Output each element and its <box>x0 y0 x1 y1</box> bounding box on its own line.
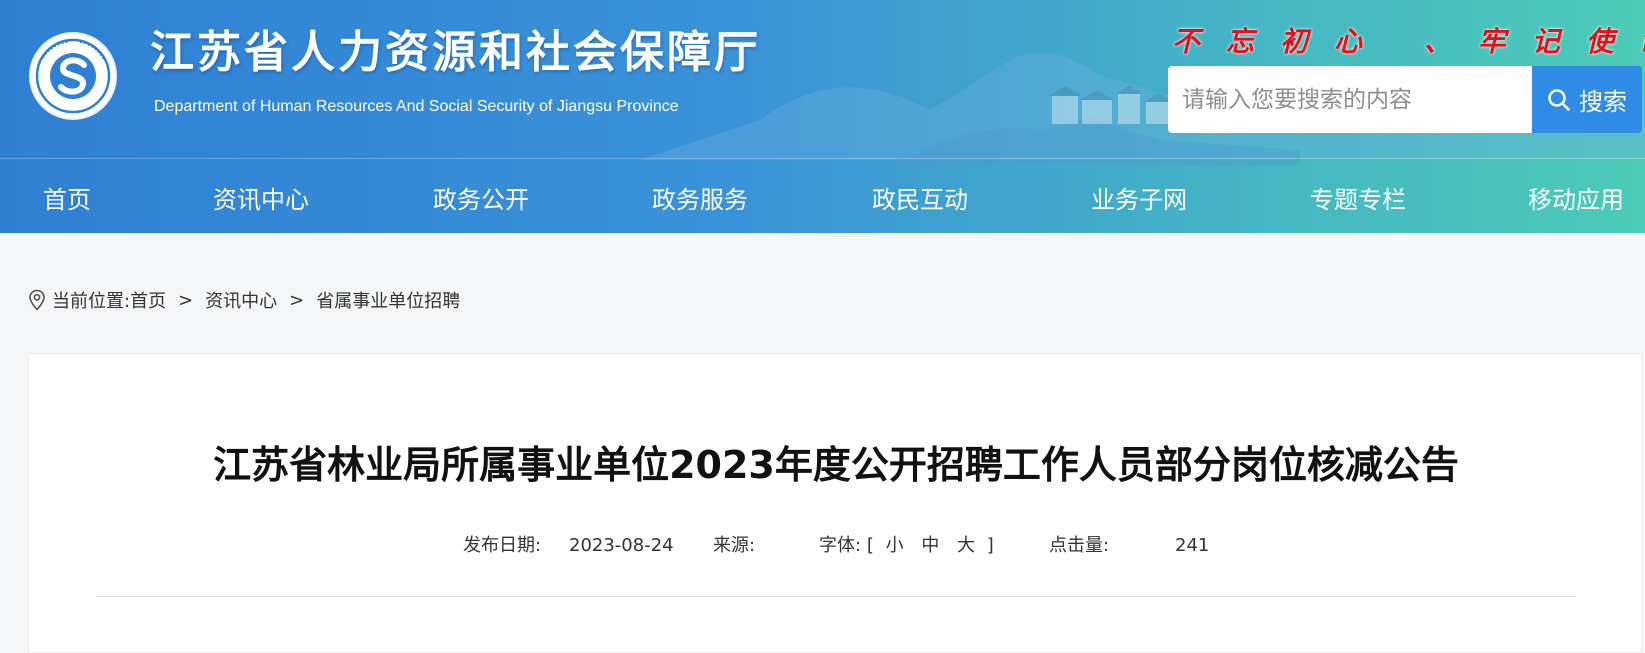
font-size-large-option[interactable]: 大 <box>951 535 981 556</box>
site-subtitle: Department of Human Resources And Social… <box>154 98 679 115</box>
source-label: 来源: <box>713 535 756 556</box>
font-size-label: 字体: <box>819 535 862 556</box>
nav-item-gov-info[interactable]: 政务公开 <box>433 170 529 230</box>
nav-divider <box>0 158 1645 159</box>
search-button[interactable]: 搜索 <box>1532 66 1642 133</box>
breadcrumb-link-recruitment[interactable]: 省属事业单位招聘 <box>316 287 460 313</box>
meta-divider <box>96 596 1576 597</box>
article-title: 江苏省林业局所属事业单位2023年度公开招聘工作人员部分岗位核减公告 <box>213 443 1459 487</box>
breadcrumb-separator: > <box>289 289 305 311</box>
search-button-label: 搜索 <box>1579 88 1627 116</box>
nav-item-gov-services[interactable]: 政务服务 <box>652 170 748 230</box>
views-count: 241 <box>1175 535 1210 556</box>
publish-date-label: 发布日期: <box>463 535 542 556</box>
nav-item-mobile-apps[interactable]: 移动应用 <box>1528 170 1624 230</box>
breadcrumb-link-home[interactable]: 首页 <box>130 287 166 313</box>
location-pin-icon <box>29 289 45 311</box>
nav-item-sub-sites[interactable]: 业务子网 <box>1091 170 1187 230</box>
views-label: 点击量: <box>1049 535 1110 556</box>
nav-item-interaction[interactable]: 政民互动 <box>872 170 968 230</box>
article-card: 江苏省林业局所属事业单位2023年度公开招聘工作人员部分岗位核减公告 发布日期:… <box>28 353 1642 653</box>
search-icon <box>1548 88 1570 111</box>
site-title: 江苏省人力资源和社会保障厅 <box>150 27 761 78</box>
slogan: 不忘初心 、牢记使命 <box>1172 25 1645 58</box>
department-logo <box>29 32 117 120</box>
nav-item-news-center[interactable]: 资讯中心 <box>213 170 309 230</box>
font-size-medium-option[interactable]: 中 <box>915 535 945 556</box>
main-nav: 首页 资讯中心 政务公开 政务服务 政民互动 业务子网 专题专栏 移动应用 <box>0 170 1645 230</box>
search-input[interactable] <box>1168 66 1532 133</box>
nav-item-topics[interactable]: 专题专栏 <box>1310 170 1406 230</box>
breadcrumb: 当前位置: 首页 > 资讯中心 > 省属事业单位招聘 <box>28 286 460 314</box>
nav-item-home[interactable]: 首页 <box>43 170 91 230</box>
site-header: 江苏省人力资源和社会保障厅 Department of Human Resour… <box>0 0 1645 233</box>
font-bracket-open: [ <box>866 535 874 556</box>
breadcrumb-link-news-center[interactable]: 资讯中心 <box>205 287 277 313</box>
font-size-small-option[interactable]: 小 <box>880 535 910 556</box>
breadcrumb-separator: > <box>178 289 194 311</box>
font-size-switcher: 字体: [ 小 中 大 ] <box>819 534 994 558</box>
publish-date: 2023-08-24 <box>569 535 674 556</box>
font-bracket-close: ] <box>986 535 994 556</box>
breadcrumb-prefix: 当前位置: <box>52 291 131 312</box>
